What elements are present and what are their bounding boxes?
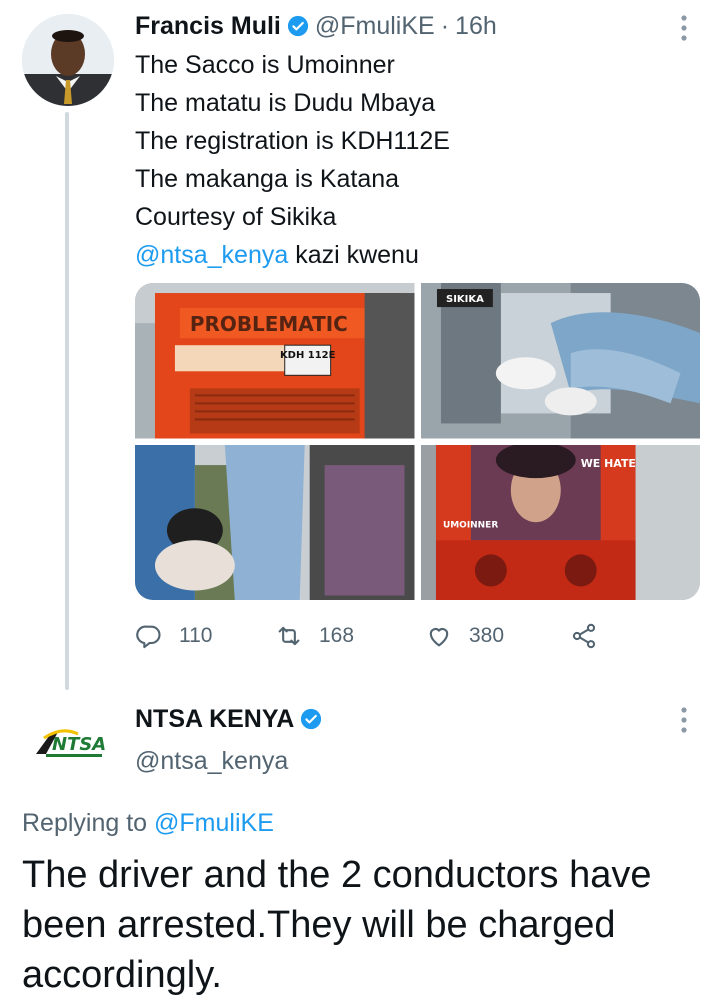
author-handle[interactable]: @FmuliKE [315,10,435,42]
tweet-line: The Sacco is Umoinner [135,51,395,79]
svg-text:PROBLEMATIC: PROBLEMATIC [190,312,348,336]
share-action[interactable] [570,618,614,654]
reply-author-name[interactable]: NTSA KENYA [135,702,294,736]
replying-to-handle[interactable]: @FmuliKE [154,809,274,837]
media-photo-matatu-front[interactable]: PROBLEMATIC KDH 112E [135,283,415,439]
replying-to: Replying to @FmuliKE [22,806,274,840]
replying-prefix: Replying to [22,809,155,837]
avatar-ntsa-kenya[interactable]: NTSA [22,704,114,796]
media-photo-matatu-art[interactable]: WE HATE SENSE UMOINNER [420,444,700,600]
tweet-text: The Sacco is Umoinner The matatu is Dudu… [135,46,450,274]
media-grid: PROBLEMATIC KDH 112E SIKIKA WE HATE SENS… [135,283,700,600]
reply-icon [136,625,161,649]
retweet-icon [278,626,300,646]
tweet-timestamp[interactable]: 16h [455,10,497,42]
like-icon [429,628,449,647]
media-photo-climbing[interactable] [135,444,415,600]
tweet-line-mention: @ntsa_kenya kazi kwenu [135,236,450,274]
separator-dot: · [440,12,450,40]
more-options-icon[interactable] [676,706,692,734]
retweet-action[interactable]: 168 [275,618,354,654]
ntsa-logo-text: NTSA [52,734,106,755]
like-count: 380 [469,624,505,647]
thread-connector-line [65,112,69,690]
mention-link[interactable]: @ntsa_kenya [135,241,288,269]
author-name[interactable]: Francis Muli [135,10,281,42]
share-icon [572,623,596,649]
tweet-line: The makanga is Katana [135,165,400,193]
reply-text: The driver and the 2 conductors have bee… [22,854,652,996]
tweet-action-bar: 110 168 380 [135,618,605,654]
sacco-text: UMOINNER [442,520,497,530]
verified-badge-icon [301,708,322,730]
reply-header: NTSA KENYA [135,702,328,736]
media-photo-window-jump[interactable]: SIKIKA [420,283,700,439]
reply-action[interactable]: 110 [135,618,212,654]
verified-badge-icon [287,15,308,37]
retweet-count: 168 [319,624,355,647]
watermark-text: SIKIKA [446,294,484,305]
tweet-header: Francis Muli @FmuliKE · 16h [135,10,497,42]
tweet-line: The matatu is Dudu Mbaya [135,89,436,117]
reply-count: 110 [179,624,213,647]
more-options-icon[interactable] [676,14,692,42]
tweet-line: Courtesy of Sikika [135,203,337,231]
tweet-line: The registration is KDH112E [135,127,450,155]
plate-text: KDH 112E [280,350,336,361]
avatar-francis-muli[interactable] [22,14,114,106]
mention-suffix: kazi kwenu [288,241,419,269]
like-action[interactable]: 380 [425,618,504,654]
reply-author-handle[interactable]: @ntsa_kenya [135,744,288,778]
